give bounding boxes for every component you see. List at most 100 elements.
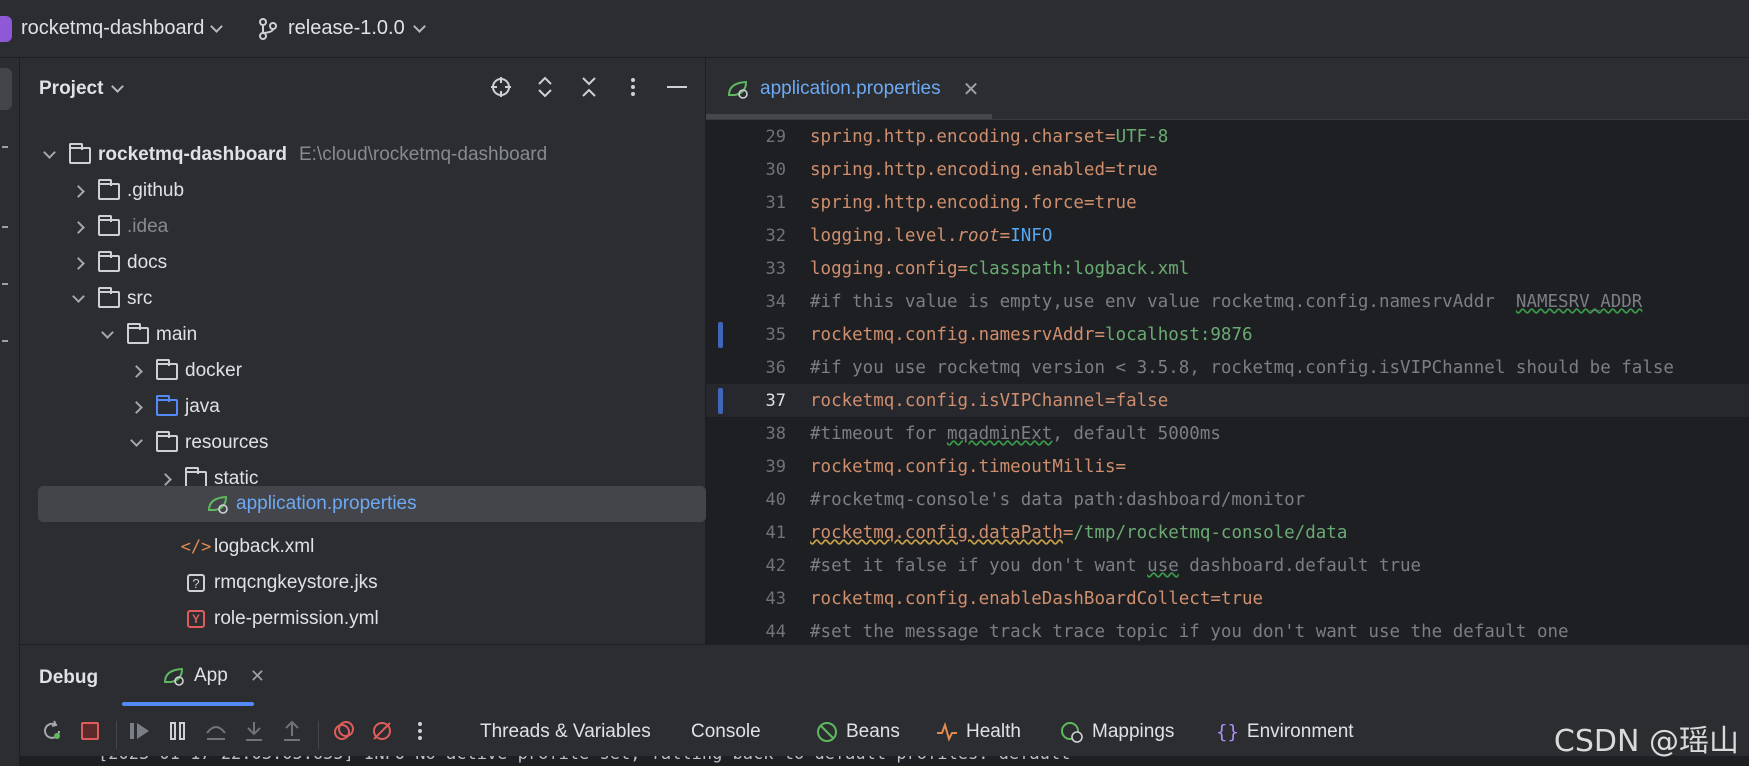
property-key: logging.level.	[810, 225, 958, 246]
line-number: 43	[765, 588, 786, 609]
commit-tool-icon[interactable]	[2, 146, 8, 148]
tree-item-src[interactable]: src	[67, 282, 152, 316]
property-value: true	[1094, 192, 1137, 213]
code-view[interactable]: 29 spring.http.encoding.charset=UTF-8 30…	[706, 120, 1749, 644]
tab-label: Mappings	[1092, 721, 1175, 742]
code-line: 42 #set it false if you don't want use d…	[706, 549, 1749, 582]
tree-item-label: .idea	[127, 216, 169, 237]
tab-label: Health	[966, 721, 1021, 742]
source-folder-icon	[155, 394, 179, 417]
tree-item-label: src	[127, 288, 153, 309]
chevron-down-icon[interactable]	[42, 146, 56, 159]
tree-item-main[interactable]: main	[96, 318, 197, 352]
chevron-right-icon[interactable]	[71, 256, 85, 270]
branch-name: release-1.0.0	[288, 17, 405, 39]
collapse-all-icon[interactable]	[578, 76, 600, 98]
rerun-icon[interactable]	[40, 719, 64, 743]
chevron-down-icon[interactable]	[129, 434, 143, 447]
git-branch-icon	[259, 17, 277, 40]
line-number: 34	[765, 291, 786, 312]
project-tool-icon[interactable]	[0, 68, 12, 110]
tree-item-idea[interactable]: .idea	[67, 210, 168, 244]
tree-item-github[interactable]: .github	[67, 174, 184, 208]
change-marker[interactable]	[718, 388, 723, 414]
tab-scroll-indicator	[706, 114, 992, 119]
property-key: logging.config	[810, 258, 958, 279]
tab-app[interactable]: App ✕	[142, 645, 274, 707]
chevron-right-icon[interactable]	[129, 364, 143, 378]
step-into-icon[interactable]	[242, 719, 266, 743]
step-over-icon[interactable]	[204, 719, 228, 743]
hide-panel-icon[interactable]	[666, 76, 688, 98]
tab-mappings[interactable]: Mappings	[1060, 721, 1174, 743]
code-line: 32 logging.level.root=INFO	[706, 219, 1749, 252]
structure-tool-icon[interactable]	[2, 226, 8, 228]
chevron-right-icon[interactable]	[129, 400, 143, 414]
mute-breakpoints-icon[interactable]	[370, 719, 394, 743]
active-tab-indicator	[122, 702, 254, 706]
more-options-icon[interactable]	[408, 719, 432, 743]
line-number: 39	[765, 456, 786, 477]
branch-switcher[interactable]: release-1.0.0	[258, 17, 426, 40]
tab-health[interactable]: Health	[936, 721, 1021, 743]
change-marker[interactable]	[718, 322, 723, 348]
folder-icon	[97, 250, 121, 273]
tab-environment[interactable]: {} Environment	[1216, 721, 1354, 743]
property-value: UTF-8	[1115, 126, 1169, 147]
tab-threads-variables[interactable]: Threads & Variables	[480, 721, 651, 743]
tree-item-docs[interactable]: docs	[67, 246, 167, 280]
chevron-right-icon[interactable]	[71, 184, 85, 198]
chevron-down-icon[interactable]	[71, 290, 85, 303]
line-number: 31	[765, 192, 786, 213]
mappings-icon	[1061, 722, 1083, 743]
chevron-right-icon[interactable]	[71, 220, 85, 234]
tree-item-label: .github	[127, 180, 185, 201]
tab-label: Environment	[1246, 721, 1354, 742]
project-view-selector[interactable]: Project	[39, 78, 125, 100]
editor-area: application.properties ✕ 29 spring.http.…	[706, 58, 1749, 644]
project-panel: Project rocketmq-dashboard E:\cloud\rock…	[20, 58, 721, 644]
tree-item-label: rocketmq-dashboard	[98, 144, 287, 165]
locate-file-icon[interactable]	[490, 76, 512, 98]
bookmarks-tool-icon[interactable]	[2, 283, 8, 285]
tree-item-logback[interactable]: </> logback.xml	[176, 530, 315, 564]
tab-application-properties[interactable]: application.properties ✕	[706, 58, 992, 120]
tree-item-keystore[interactable]: ? rmqcngkeystore.jks	[176, 566, 378, 600]
project-badge-icon[interactable]	[0, 16, 12, 42]
project-switcher[interactable]: rocketmq-dashboard	[21, 17, 224, 40]
tree-item-application-properties[interactable]: application.properties	[38, 486, 706, 522]
step-out-icon[interactable]	[280, 719, 304, 743]
chevron-right-icon[interactable]	[158, 472, 172, 486]
chevron-down-icon[interactable]	[100, 326, 114, 339]
tree-item-role-permission[interactable]: Y role-permission.yml	[176, 602, 379, 636]
stop-icon[interactable]	[78, 719, 102, 743]
code-line: 33 logging.config=classpath:logback.xml	[706, 252, 1749, 285]
console-output[interactable]: [2023-01-17 22:03:05.655] INFO No active…	[20, 756, 1749, 766]
line-number: 30	[765, 159, 786, 180]
close-icon[interactable]: ✕	[250, 666, 265, 687]
property-value: true	[1115, 159, 1158, 180]
tree-item-java[interactable]: java	[125, 390, 220, 424]
pause-icon[interactable]	[166, 719, 190, 743]
tree-item-label: docker	[185, 360, 243, 381]
options-menu-icon[interactable]	[622, 76, 644, 98]
code-line-current: 37 rocketmq.config.isVIPChannel=false	[706, 384, 1749, 417]
project-name: rocketmq-dashboard	[21, 17, 205, 39]
chevron-down-icon	[210, 19, 224, 33]
tab-beans[interactable]: Beans	[816, 721, 900, 743]
comment: #set the message track trace topic if yo…	[810, 621, 1569, 642]
tree-item-docker[interactable]: docker	[125, 354, 242, 388]
view-breakpoints-icon[interactable]	[332, 719, 356, 743]
close-icon[interactable]: ✕	[963, 77, 980, 102]
chevron-down-icon	[412, 19, 426, 33]
code-line: 41 rocketmq.config.dataPath=/tmp/rocketm…	[706, 516, 1749, 549]
tree-item-root[interactable]: rocketmq-dashboard E:\cloud\rocketmq-das…	[38, 138, 547, 172]
expand-all-icon[interactable]	[534, 76, 556, 98]
yaml-icon: Y	[184, 609, 208, 629]
debug-title: Debug	[39, 667, 99, 688]
more-tools-icon[interactable]	[2, 340, 8, 342]
tree-item-resources[interactable]: resources	[125, 426, 268, 460]
resume-icon[interactable]	[128, 719, 152, 743]
line-number: 36	[765, 357, 786, 378]
tab-console[interactable]: Console	[691, 721, 761, 743]
